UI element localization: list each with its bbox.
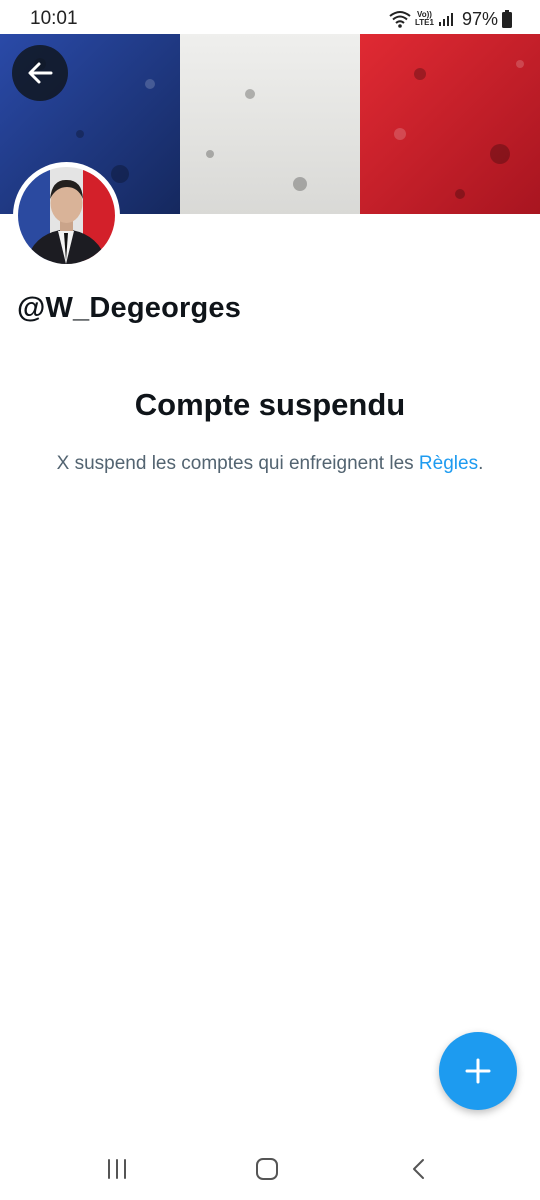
profile-handle: @W_Degeorges bbox=[17, 292, 242, 324]
recents-button[interactable] bbox=[97, 1154, 137, 1184]
rules-link[interactable]: Règles bbox=[419, 453, 478, 474]
system-back-button[interactable] bbox=[400, 1154, 440, 1184]
wifi-icon bbox=[389, 10, 411, 28]
compose-button[interactable] bbox=[439, 1032, 517, 1110]
home-icon bbox=[256, 1158, 278, 1180]
back-chevron-icon bbox=[413, 1159, 424, 1179]
suspension-message-period: . bbox=[478, 453, 484, 474]
suspension-message: X suspend les comptes qui enfreignent le… bbox=[40, 449, 500, 478]
profile-photo bbox=[18, 167, 115, 264]
suspension-message-text: X suspend les comptes qui enfreignent le… bbox=[56, 453, 419, 474]
recents-icon bbox=[108, 1159, 126, 1179]
status-icons: Vo)) LTE1 97% bbox=[389, 8, 512, 30]
home-button[interactable] bbox=[247, 1154, 287, 1184]
plus-icon bbox=[465, 1058, 491, 1084]
avatar[interactable] bbox=[13, 162, 120, 269]
suspension-title: Compte suspendu bbox=[134, 387, 406, 422]
back-button[interactable] bbox=[12, 45, 68, 101]
network-type-indicator: Vo)) LTE1 bbox=[415, 11, 434, 27]
signal-icon bbox=[438, 11, 454, 27]
system-nav-bar bbox=[0, 1140, 540, 1200]
status-bar: 10:01 Vo)) LTE1 97% bbox=[0, 0, 540, 34]
lte-label: LTE1 bbox=[415, 18, 434, 27]
battery-icon bbox=[502, 10, 512, 28]
status-time: 10:01 bbox=[30, 8, 78, 29]
battery-percentage: 97% bbox=[461, 8, 498, 29]
arrow-left-icon bbox=[28, 62, 53, 84]
